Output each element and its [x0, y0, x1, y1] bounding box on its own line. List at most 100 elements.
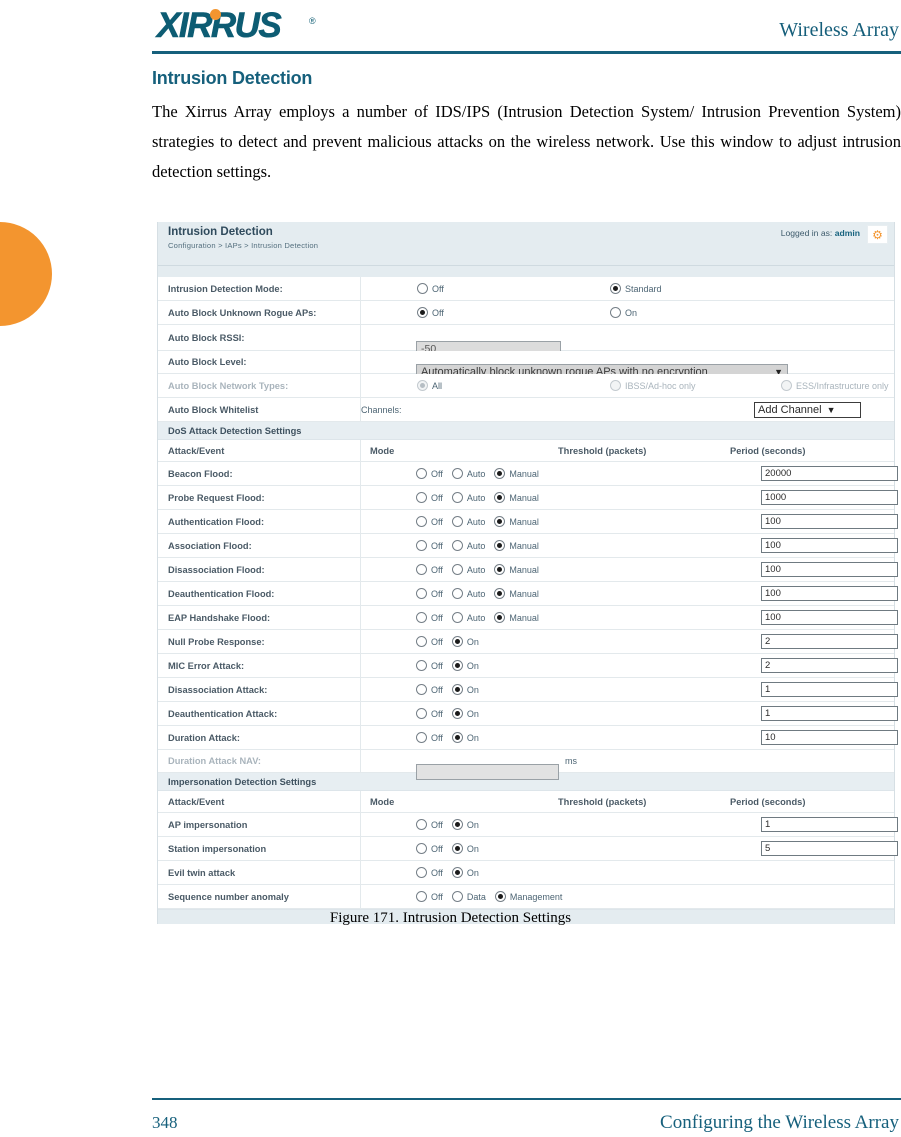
- radio-dos-authentication-flood-auto[interactable]: Auto: [451, 516, 485, 527]
- label-authentication-flood: Authentication Flood:: [158, 510, 361, 533]
- radio-imp-station-impersonation-on[interactable]: On: [451, 843, 479, 854]
- radio-dos-null-probe-response-off[interactable]: Off: [416, 636, 443, 647]
- threshold-input-disassociation-attack[interactable]: 1: [761, 682, 898, 697]
- table-row: Beacon Flood:OffAutoManual2000060: [158, 462, 898, 486]
- threshold-input-mic-error-attack[interactable]: 2: [761, 658, 898, 673]
- radio-dot-icon: [451, 708, 463, 719]
- radio-dos-beacon-flood-off[interactable]: Off: [416, 468, 443, 479]
- impersonation-column-headers: Attack/Event Mode Threshold (packets) Pe…: [158, 791, 894, 813]
- threshold-input-station-impersonation[interactable]: 5: [761, 841, 898, 856]
- footer-divider: [152, 1098, 901, 1100]
- radio-dot-icon: [416, 636, 427, 647]
- threshold-input-probe-request-flood[interactable]: 1000: [761, 490, 898, 505]
- radio-dos-probe-request-flood-auto[interactable]: Auto: [451, 492, 485, 503]
- radio-dos-deauthentication-flood-manual[interactable]: Manual: [494, 588, 539, 599]
- radio-dos-beacon-flood-manual[interactable]: Manual: [494, 468, 539, 479]
- radio-dos-mic-error-attack-on[interactable]: On: [451, 660, 479, 671]
- radio-dos-disassociation-flood-manual[interactable]: Manual: [494, 564, 539, 575]
- radio-dos-probe-request-flood-manual[interactable]: Manual: [494, 492, 539, 503]
- radio-idmode-standard[interactable]: Standard: [610, 283, 662, 294]
- radio-dot-icon: [610, 380, 621, 391]
- radio-label: Off: [431, 612, 443, 623]
- radio-nettype-ess[interactable]: ESS/Infrastructure only: [781, 380, 889, 391]
- radio-dos-probe-request-flood-off[interactable]: Off: [416, 492, 443, 503]
- radio-dot-icon: [416, 891, 427, 902]
- radio-dos-deauthentication-attack-off[interactable]: Off: [416, 708, 443, 719]
- radio-dos-mic-error-attack-off[interactable]: Off: [416, 660, 443, 671]
- threshold-input-null-probe-response[interactable]: 2: [761, 634, 898, 649]
- radio-dos-disassociation-attack-off[interactable]: Off: [416, 684, 443, 695]
- table-row: AP impersonationOffOn160: [158, 813, 898, 837]
- radio-dos-association-flood-manual[interactable]: Manual: [494, 540, 539, 551]
- radio-label: On: [466, 732, 479, 743]
- radio-dos-eap-handshake-flood-off[interactable]: Off: [416, 612, 443, 623]
- settings-button[interactable]: ⚙: [867, 225, 888, 244]
- threshold-input-deauthentication-flood[interactable]: 100: [761, 586, 898, 601]
- radio-dot-icon: [451, 516, 463, 527]
- radio-label: Manual: [509, 468, 539, 479]
- header-divider: [152, 51, 901, 54]
- mode-radio-group: Off On: [416, 684, 479, 695]
- radio-dos-eap-handshake-flood-auto[interactable]: Auto: [451, 612, 485, 623]
- threshold-input-deauthentication-attack[interactable]: 1: [761, 706, 898, 721]
- radio-imp-station-impersonation-off[interactable]: Off: [416, 843, 443, 854]
- add-channel-select[interactable]: Add Channel ▼: [754, 401, 861, 418]
- radio-dos-association-flood-auto[interactable]: Auto: [451, 540, 485, 551]
- radio-idmode-off[interactable]: Off: [417, 283, 444, 294]
- threshold-input-authentication-flood[interactable]: 100: [761, 514, 898, 529]
- mode-radio-group: Off On: [416, 819, 479, 830]
- impersonation-rows-container: AP impersonationOffOn160Station imperson…: [158, 813, 898, 909]
- radio-imp-sequence-number-anomaly-off[interactable]: Off: [416, 891, 443, 902]
- radio-dos-duration-attack-off[interactable]: Off: [416, 732, 443, 743]
- radio-dos-disassociation-flood-off[interactable]: Off: [416, 564, 443, 575]
- col-period: Period (seconds): [730, 796, 806, 807]
- radio-dos-duration-attack-on[interactable]: On: [451, 732, 479, 743]
- radio-dos-deauthentication-flood-off[interactable]: Off: [416, 588, 443, 599]
- label-eap-handshake-flood: EAP Handshake Flood:: [158, 606, 361, 629]
- table-row: Authentication Flood:OffAutoManual10060: [158, 510, 898, 534]
- radio-label: Data: [466, 891, 486, 902]
- label-station-impersonation: Station impersonation: [158, 837, 361, 860]
- mode-radio-group: Off Auto Manual: [416, 588, 539, 599]
- radio-dos-beacon-flood-auto[interactable]: Auto: [451, 468, 485, 479]
- radio-label: Off: [431, 492, 443, 503]
- radio-dot-icon: [451, 819, 463, 830]
- threshold-input-eap-handshake-flood[interactable]: 100: [761, 610, 898, 625]
- threshold-input-ap-impersonation[interactable]: 1: [761, 817, 898, 832]
- threshold-input-duration-attack[interactable]: 10: [761, 730, 898, 745]
- radio-autoblock-on[interactable]: On: [610, 307, 637, 318]
- xirrus-logo: XIRRUS ®: [157, 7, 327, 44]
- radio-imp-evil-twin-attack-off[interactable]: Off: [416, 867, 443, 878]
- radio-dot-icon: [416, 516, 427, 527]
- radio-dot-icon: [610, 307, 621, 318]
- radio-dos-authentication-flood-manual[interactable]: Manual: [494, 516, 539, 527]
- radio-dot-icon: [416, 843, 427, 854]
- radio-dos-deauthentication-attack-on[interactable]: On: [451, 708, 479, 719]
- radio-label: Off: [431, 636, 443, 647]
- radio-dos-disassociation-attack-on[interactable]: On: [451, 684, 479, 695]
- radio-dos-authentication-flood-off[interactable]: Off: [416, 516, 443, 527]
- radio-imp-sequence-number-anomaly-data[interactable]: Data: [451, 891, 486, 902]
- radio-dos-deauthentication-flood-auto[interactable]: Auto: [451, 588, 485, 599]
- radio-imp-sequence-number-anomaly-management[interactable]: Management: [494, 891, 562, 902]
- radio-dot-icon: [451, 636, 463, 647]
- label-disassociation-flood: Disassociation Flood:: [158, 558, 361, 581]
- radio-nettype-ibss[interactable]: IBSS/Ad-hoc only: [610, 380, 696, 391]
- radio-label: Off: [431, 684, 443, 695]
- threshold-input-association-flood[interactable]: 100: [761, 538, 898, 553]
- radio-imp-ap-impersonation-off[interactable]: Off: [416, 819, 443, 830]
- radio-imp-ap-impersonation-on[interactable]: On: [451, 819, 479, 830]
- row-auto-block-whitelist: Auto Block Whitelist Channels: Add Chann…: [158, 398, 894, 422]
- threshold-input-disassociation-flood[interactable]: 100: [761, 562, 898, 577]
- threshold-input-beacon-flood[interactable]: 20000: [761, 466, 898, 481]
- radio-dos-null-probe-response-on[interactable]: On: [451, 636, 479, 647]
- col-mode: Mode: [370, 796, 395, 807]
- radio-dos-disassociation-flood-auto[interactable]: Auto: [451, 564, 485, 575]
- radio-autoblock-off[interactable]: Off: [417, 307, 444, 318]
- radio-dot-icon: [416, 660, 427, 671]
- radio-dos-association-flood-off[interactable]: Off: [416, 540, 443, 551]
- radio-dos-eap-handshake-flood-manual[interactable]: Manual: [494, 612, 539, 623]
- radio-nettype-all[interactable]: All: [417, 380, 442, 391]
- radio-imp-evil-twin-attack-on[interactable]: On: [451, 867, 479, 878]
- mode-radio-group: Off On: [416, 843, 479, 854]
